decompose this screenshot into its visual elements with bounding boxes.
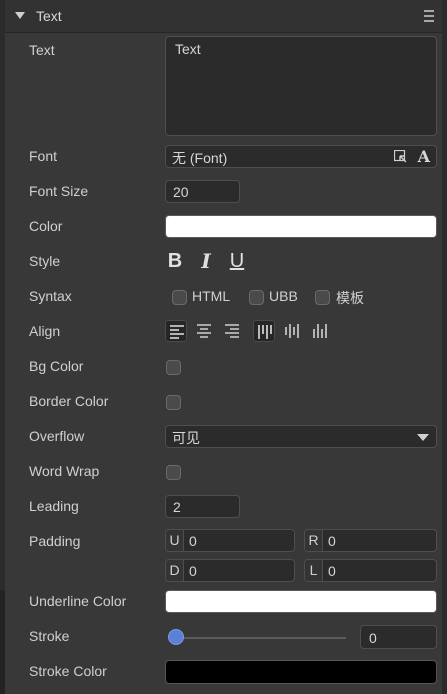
padding-up-field[interactable]: U 0: [165, 529, 295, 552]
valign-bottom-icon: [313, 324, 327, 338]
syntax-ubb-checkbox[interactable]: [249, 290, 264, 305]
font-field[interactable]: 无 (Font) A: [165, 145, 437, 168]
section-header[interactable]: Text: [5, 0, 442, 33]
font-value: 无 (Font): [172, 150, 228, 166]
collapse-caret-icon[interactable]: [15, 12, 25, 19]
overflow-label: Overflow: [29, 428, 85, 444]
valign-bottom-button[interactable]: [309, 320, 331, 342]
padding-left-value: 0: [328, 563, 336, 579]
chevron-down-icon: [417, 434, 429, 441]
underline-color-label: Underline Color: [29, 593, 127, 609]
padding-up-key: U: [166, 530, 184, 551]
syntax-label: Syntax: [29, 288, 72, 304]
padding-up-value: 0: [189, 533, 197, 549]
syntax-ubb-label: UBB: [269, 288, 298, 304]
padding-right-value: 0: [328, 533, 336, 549]
section-title: Text: [36, 8, 62, 24]
font-size-input[interactable]: 20: [165, 180, 240, 203]
padding-label: Padding: [29, 533, 81, 549]
valign-top-button[interactable]: [253, 320, 275, 342]
text-label: Text: [29, 42, 55, 58]
align-label: Align: [29, 323, 61, 339]
padding-down-key: D: [166, 560, 184, 581]
font-size-label: Font Size: [29, 183, 89, 199]
stroke-slider-track[interactable]: [181, 637, 346, 639]
stroke-input[interactable]: 0: [360, 625, 437, 649]
overflow-value: 可见: [172, 430, 200, 446]
syntax-template-label: 模板: [336, 290, 364, 306]
stroke-slider-handle[interactable]: [168, 629, 184, 645]
style-label: Style: [29, 253, 61, 269]
italic-button[interactable]: I: [196, 250, 216, 272]
font-style-icon[interactable]: A: [418, 147, 430, 166]
valign-middle-icon: [285, 324, 299, 338]
underline-color-swatch[interactable]: [165, 590, 437, 613]
underline-button[interactable]: U: [227, 250, 247, 272]
syntax-template-checkbox[interactable]: [315, 290, 330, 305]
leading-input[interactable]: 2: [165, 495, 240, 518]
leading-label: Leading: [29, 498, 79, 514]
valign-middle-button[interactable]: [281, 320, 303, 342]
padding-left-key: L: [305, 560, 323, 581]
align-left-button[interactable]: [165, 320, 187, 342]
syntax-html-label: HTML: [192, 288, 231, 304]
align-right-icon: [225, 324, 239, 338]
stroke-color-swatch[interactable]: [165, 660, 437, 684]
stroke-label: Stroke: [29, 628, 70, 644]
border-color-label: Border Color: [29, 393, 109, 409]
stroke-color-label: Stroke Color: [29, 663, 107, 679]
overflow-select[interactable]: 可见: [165, 425, 437, 448]
syntax-html-checkbox[interactable]: [172, 290, 187, 305]
padding-right-key: R: [305, 530, 323, 551]
align-left-icon: [170, 325, 184, 339]
align-center-button[interactable]: [193, 320, 215, 342]
align-right-button[interactable]: [221, 320, 243, 342]
bold-button[interactable]: B: [165, 250, 185, 272]
text-input[interactable]: Text: [165, 36, 437, 136]
font-picker-icon[interactable]: [394, 150, 407, 163]
menu-icon[interactable]: [424, 10, 434, 25]
right-edge: [442, 0, 447, 694]
text-inspector-panel: Text Text Text Font 无 (Font) A Font Size…: [5, 0, 442, 694]
align-center-icon: [197, 324, 211, 338]
font-label: Font: [29, 148, 58, 164]
padding-right-field[interactable]: R 0: [304, 529, 437, 552]
valign-top-icon: [258, 325, 272, 339]
word-wrap-checkbox[interactable]: [166, 465, 181, 480]
border-color-checkbox[interactable]: [166, 395, 181, 410]
bg-color-checkbox[interactable]: [166, 360, 181, 375]
color-label: Color: [29, 218, 63, 234]
padding-down-value: 0: [189, 563, 197, 579]
bg-color-label: Bg Color: [29, 358, 84, 374]
color-swatch[interactable]: [165, 215, 437, 238]
padding-down-field[interactable]: D 0: [165, 559, 295, 582]
word-wrap-label: Word Wrap: [29, 463, 100, 479]
padding-left-field[interactable]: L 0: [304, 559, 437, 582]
